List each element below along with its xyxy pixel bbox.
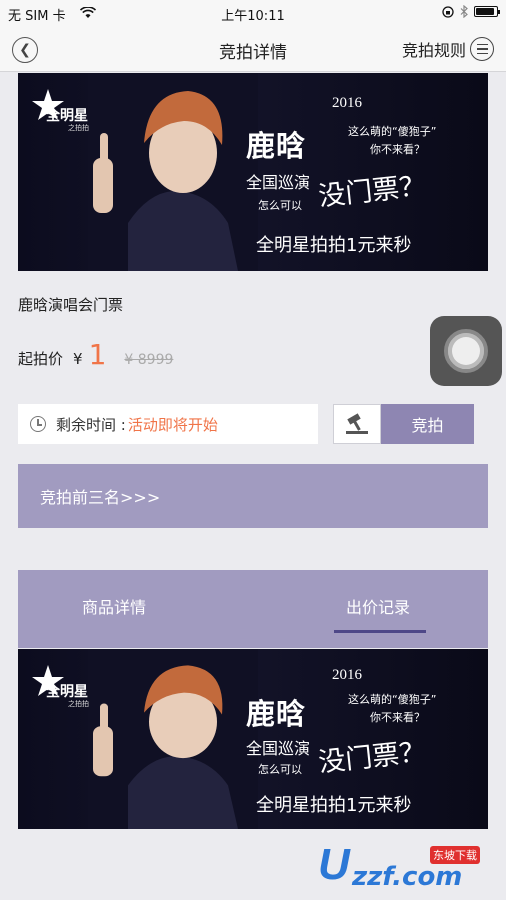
banner-how: 怎么可以 xyxy=(258,199,302,212)
remaining-time-label: 剩余时间 : xyxy=(56,415,126,434)
banner-how: 怎么可以 xyxy=(258,763,302,776)
singer-photo xyxy=(88,649,258,829)
bluetooth-icon xyxy=(460,5,468,18)
original-price: ¥ 8999 xyxy=(124,352,174,368)
banner-question-2: 你不来看？ xyxy=(370,711,425,724)
banner-tour: 全国巡演 xyxy=(246,739,311,758)
assistive-touch-button[interactable] xyxy=(430,316,502,386)
rules-button[interactable]: 竞拍规则 xyxy=(402,37,494,61)
logo-text: 全明星 xyxy=(46,684,88,700)
logo-text: 全明星 xyxy=(46,108,88,124)
menu-icon xyxy=(470,37,494,61)
rotation-lock-icon xyxy=(442,5,454,18)
status-time: 上午10:11 xyxy=(221,9,285,24)
price-row: 起拍价 ¥ 1 ¥ 8999 xyxy=(18,338,173,371)
product-name: 鹿晗演唱会门票 xyxy=(18,296,124,314)
top-three-link[interactable]: 竞拍前三名>>> xyxy=(18,464,488,528)
detail-tabs: 商品详情 出价记录 xyxy=(18,570,488,648)
gavel-icon xyxy=(346,413,368,434)
watermark-letter: U xyxy=(318,840,350,889)
tab-product-detail[interactable]: 商品详情 xyxy=(82,594,146,618)
logo-subtext: 之拍拍 xyxy=(68,124,89,132)
rules-label: 竞拍规则 xyxy=(401,41,466,60)
logo-subtext: 之拍拍 xyxy=(68,700,89,708)
battery-icon xyxy=(474,6,500,17)
assistive-touch-icon xyxy=(444,329,488,373)
watermark-logo: U zzf.com 东坡下载 xyxy=(318,840,500,892)
bid-button[interactable]: 竞拍 xyxy=(381,404,474,444)
banner-question-2: 你不来看？ xyxy=(370,143,425,156)
clock-icon xyxy=(30,416,46,432)
hammer-icon-box[interactable] xyxy=(333,404,381,444)
banner-question-1: 这么萌的“傻狍子” xyxy=(348,693,437,706)
currency-symbol: ¥ xyxy=(73,350,83,368)
auction-status: 活动即将开始 xyxy=(127,415,218,434)
banner-no-ticket: 没门票？ xyxy=(316,170,428,213)
banner-name: 鹿晗 xyxy=(246,129,307,163)
status-bar: 无 SIM 卡 上午10:11 xyxy=(0,0,506,26)
remaining-time-box: 剩余时间 : 活动即将开始 xyxy=(18,404,318,444)
status-right xyxy=(442,5,500,18)
banner-no-ticket: 没门票？ xyxy=(316,736,428,779)
watermark-tag: 东坡下载 xyxy=(430,846,480,864)
product-banner: 全明星 之拍拍 2016 鹿晗 这么萌的“傻狍子” 你不来看？ 全国巡演 怎么可… xyxy=(18,73,488,271)
singer-photo xyxy=(88,73,258,271)
nav-bar: ❮ 竞拍详情 竞拍规则 xyxy=(0,26,506,72)
active-tab-indicator xyxy=(334,630,426,633)
banner-year: 2016 xyxy=(332,95,362,111)
banner-name: 鹿晗 xyxy=(246,697,307,731)
banner-tour: 全国巡演 xyxy=(246,173,311,192)
start-price: 1 xyxy=(88,338,107,371)
watermark-domain: zzf.com xyxy=(352,862,463,892)
banner-question-1: 这么萌的“傻狍子” xyxy=(348,125,437,138)
banner-year: 2016 xyxy=(332,667,362,683)
banner-slogan: 全明星拍拍1元来秒 xyxy=(256,235,412,256)
product-detail-image: 全明星 之拍拍 2016 鹿晗 这么萌的“傻狍子” 你不来看？ 全国巡演 怎么可… xyxy=(18,649,488,829)
banner-slogan: 全明星拍拍1元来秒 xyxy=(256,795,412,816)
tab-bid-record[interactable]: 出价记录 xyxy=(346,594,410,618)
start-price-label: 起拍价 xyxy=(18,350,64,368)
